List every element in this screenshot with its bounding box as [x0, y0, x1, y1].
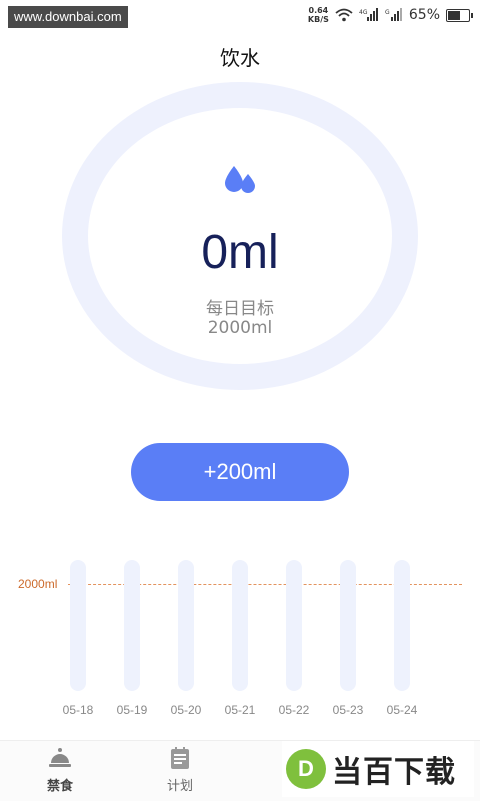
- battery-percent: 65%: [408, 7, 440, 23]
- chart-bar-track: [232, 560, 248, 691]
- network-speed-unit: KB/S: [307, 15, 329, 24]
- nav-item-fasting[interactable]: 禁食: [10, 741, 110, 801]
- add-water-button[interactable]: +200ml: [131, 443, 349, 501]
- brand-watermark: D 当百下载: [282, 741, 474, 797]
- watermark-label: www.downbai.com: [8, 6, 128, 28]
- bell-jar-icon: [49, 748, 71, 767]
- target-label: 2000ml: [18, 577, 58, 591]
- nav-item-label: 禁食: [46, 779, 73, 794]
- chart-bar-track: [70, 560, 86, 691]
- chart-bar-track: [178, 560, 194, 691]
- water-drops-icon: [225, 166, 255, 193]
- svg-text:G: G: [385, 9, 390, 16]
- chart-bar-track: [394, 560, 410, 691]
- chart-x-label: 05-21: [224, 703, 256, 717]
- chart-x-label: 05-24: [386, 703, 418, 717]
- battery-icon: [446, 8, 473, 22]
- page-title: 饮水: [220, 46, 260, 70]
- wifi-icon: [335, 8, 353, 22]
- status-bar: www.downbai.com 0.64 KB/S 4G G 65%: [0, 0, 480, 32]
- notepad-icon: [171, 747, 189, 769]
- daily-goal-label: 每日目标: [206, 299, 274, 319]
- chart-x-label: 05-20: [170, 703, 202, 717]
- nav-item-label: 计划: [166, 779, 193, 794]
- chart-bar-track: [124, 560, 140, 691]
- brand-logo: D: [286, 749, 326, 789]
- brand-text: 当百下载: [332, 755, 456, 790]
- chart-x-label: 05-22: [278, 703, 310, 717]
- water-amount: 0ml: [201, 226, 279, 279]
- chart-x-label: 05-19: [116, 703, 148, 717]
- chart-bar-track: [340, 560, 356, 691]
- chart-x-label: 05-18: [62, 703, 94, 717]
- chart-bar-track: [286, 560, 302, 691]
- svg-text:4G: 4G: [359, 9, 368, 16]
- chart-x-label: 05-23: [332, 703, 364, 717]
- network-speed-value: 0.64: [308, 6, 329, 15]
- nav-item-plan[interactable]: 计划: [130, 741, 230, 801]
- signal-4g-icon: 4G: [359, 8, 378, 21]
- signal-g-icon: G: [385, 8, 402, 21]
- status-icons: 0.64 KB/S 4G G 65%: [308, 6, 473, 24]
- daily-goal-value: 2000ml: [207, 318, 273, 338]
- network-speed: 0.64 KB/S: [308, 6, 329, 24]
